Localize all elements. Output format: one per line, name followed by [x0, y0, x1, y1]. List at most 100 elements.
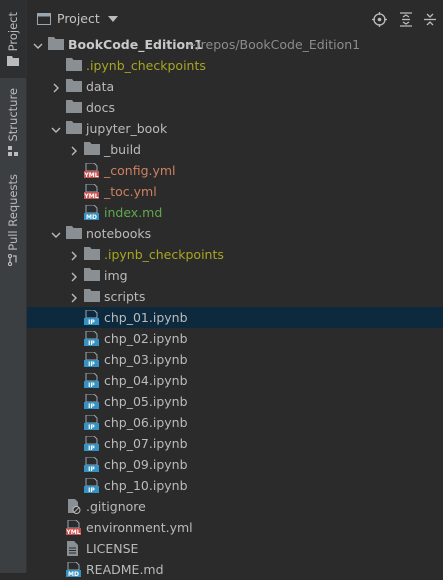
- tree-file-row[interactable]: IP chp_03.ipynb: [27, 349, 443, 370]
- side-tab-project-label: Project: [6, 12, 20, 52]
- chevron-down-icon[interactable]: [108, 16, 118, 23]
- tree-file-row[interactable]: IP chp_04.ipynb: [27, 370, 443, 391]
- tree-file-row[interactable]: .gitignore: [27, 496, 443, 517]
- tree-file-row[interactable]: YML _toc.yml: [27, 181, 443, 202]
- tree-folder-row[interactable]: BookCode_Edition1 ~/repos/BookCode_Editio…: [27, 34, 443, 55]
- side-tab-structure[interactable]: Structure: [0, 84, 26, 160]
- svg-text:IP: IP: [88, 361, 95, 367]
- gitignore-file-icon: [66, 499, 81, 514]
- tree-item-label: jupyter_book: [86, 121, 168, 136]
- tree-item-label: .ipynb_checkpoints: [104, 247, 224, 262]
- tree-item-label: chp_02.ipynb: [104, 331, 188, 346]
- notebook-file-icon: IP: [84, 330, 99, 347]
- locate-icon[interactable]: [372, 12, 387, 27]
- svg-text:YML: YML: [84, 172, 99, 178]
- project-path: ~/repos/BookCode_Edition1: [186, 37, 361, 52]
- side-tab-pull-requests[interactable]: Pull Requests: [0, 172, 26, 268]
- tree-item-label: _config.yml: [104, 163, 176, 178]
- chevron-down-icon[interactable]: [51, 228, 61, 238]
- tree-file-row[interactable]: YML environment.yml: [27, 517, 443, 538]
- tree-folder-row[interactable]: scripts: [27, 286, 443, 307]
- tree-item-label: environment.yml: [86, 520, 193, 535]
- collapse-all-icon[interactable]: [423, 12, 437, 27]
- tree-file-row[interactable]: IP chp_02.ipynb: [27, 328, 443, 349]
- tree-item-label: README.md: [86, 562, 164, 577]
- tree-file-row[interactable]: IP chp_05.ipynb: [27, 391, 443, 412]
- expand-all-icon[interactable]: [399, 12, 413, 27]
- notebook-file-icon: IP: [84, 456, 99, 473]
- tree-item-label: notebooks: [86, 226, 152, 241]
- chevron-down-icon[interactable]: [33, 39, 43, 49]
- folder-icon: [66, 79, 82, 93]
- svg-text:IP: IP: [88, 445, 95, 451]
- svg-text:YML: YML: [84, 193, 99, 199]
- folder-icon: [66, 100, 82, 114]
- tree-file-row[interactable]: IP chp_10.ipynb: [27, 475, 443, 496]
- chevron-right-icon[interactable]: [69, 144, 79, 156]
- tree-folder-row[interactable]: .ipynb_checkpoints: [27, 244, 443, 265]
- tree-item-label: chp_04.ipynb: [104, 373, 188, 388]
- chevron-down-icon[interactable]: [51, 123, 61, 133]
- chevron-right-icon[interactable]: [69, 249, 79, 261]
- tree-folder-row[interactable]: docs: [27, 97, 443, 118]
- tree-item-label: chp_07.ipynb: [104, 436, 188, 451]
- tree-item-label: index.md: [104, 205, 163, 220]
- notebook-file-icon: IP: [84, 372, 99, 389]
- tree-item-label: _build: [104, 142, 141, 157]
- tree-item-label: data: [86, 79, 115, 94]
- side-tab-project[interactable]: Project: [0, 0, 26, 78]
- tree-file-row[interactable]: IP chp_09.ipynb: [27, 454, 443, 475]
- tree-folder-row[interactable]: jupyter_book: [27, 118, 443, 139]
- markdown-file-icon: MD: [66, 561, 81, 578]
- tree-folder-row[interactable]: img: [27, 265, 443, 286]
- tree-file-row[interactable]: YML _config.yml: [27, 160, 443, 181]
- tree-item-label: LICENSE: [86, 541, 139, 556]
- project-view-title[interactable]: Project: [57, 11, 100, 26]
- folder-icon: [66, 226, 82, 240]
- project-view-icon: [37, 13, 51, 25]
- tree-item-label: .gitignore: [86, 499, 146, 514]
- chevron-right-icon[interactable]: [69, 291, 79, 303]
- svg-text:IP: IP: [88, 466, 95, 472]
- folder-icon: [84, 268, 100, 282]
- tree-item-label: img: [104, 268, 128, 283]
- svg-text:IP: IP: [88, 403, 95, 409]
- svg-text:IP: IP: [88, 319, 95, 325]
- folder-icon: [7, 52, 19, 66]
- svg-text:IP: IP: [88, 424, 95, 430]
- notebook-file-icon: IP: [84, 309, 99, 326]
- tree-file-row[interactable]: IP chp_07.ipynb: [27, 433, 443, 454]
- svg-text:MD: MD: [68, 571, 79, 577]
- tree-folder-row[interactable]: .ipynb_checkpoints: [27, 55, 443, 76]
- notebook-file-icon: IP: [84, 477, 99, 494]
- tree-file-row[interactable]: IP chp_06.ipynb: [27, 412, 443, 433]
- svg-text:IP: IP: [88, 382, 95, 388]
- notebook-file-icon: IP: [84, 435, 99, 452]
- pull-request-icon: [8, 250, 18, 267]
- tree-item-label: chp_01.ipynb: [104, 310, 188, 325]
- folder-icon: [66, 58, 82, 72]
- tree-item-label: chp_09.ipynb: [104, 457, 188, 472]
- svg-text:MD: MD: [86, 214, 97, 220]
- yml-file-icon: YML: [83, 162, 99, 179]
- chevron-right-icon[interactable]: [51, 81, 61, 93]
- svg-text:IP: IP: [88, 340, 95, 346]
- markdown-file-icon: MD: [84, 204, 99, 221]
- folder-icon: [48, 37, 64, 51]
- tree-folder-row[interactable]: notebooks: [27, 223, 443, 244]
- notebook-file-icon: IP: [84, 393, 99, 410]
- tree-item-label: chp_03.ipynb: [104, 352, 188, 367]
- project-tree: BookCode_Edition1 ~/repos/BookCode_Editio…: [27, 34, 443, 578]
- svg-text:YML: YML: [66, 529, 81, 535]
- yml-file-icon: YML: [65, 519, 81, 536]
- tree-file-row[interactable]: LICENSE: [27, 538, 443, 559]
- tree-file-row[interactable]: IP chp_01.ipynb: [27, 307, 443, 328]
- tree-folder-row[interactable]: data: [27, 76, 443, 97]
- tree-item-label: scripts: [104, 289, 146, 304]
- tree-folder-row[interactable]: _build: [27, 139, 443, 160]
- tree-file-row[interactable]: MD index.md: [27, 202, 443, 223]
- chevron-right-icon[interactable]: [69, 270, 79, 282]
- tree-item-label: .ipynb_checkpoints: [86, 58, 206, 73]
- tree-file-row[interactable]: MD README.md: [27, 559, 443, 580]
- tree-item-label: chp_05.ipynb: [104, 394, 188, 409]
